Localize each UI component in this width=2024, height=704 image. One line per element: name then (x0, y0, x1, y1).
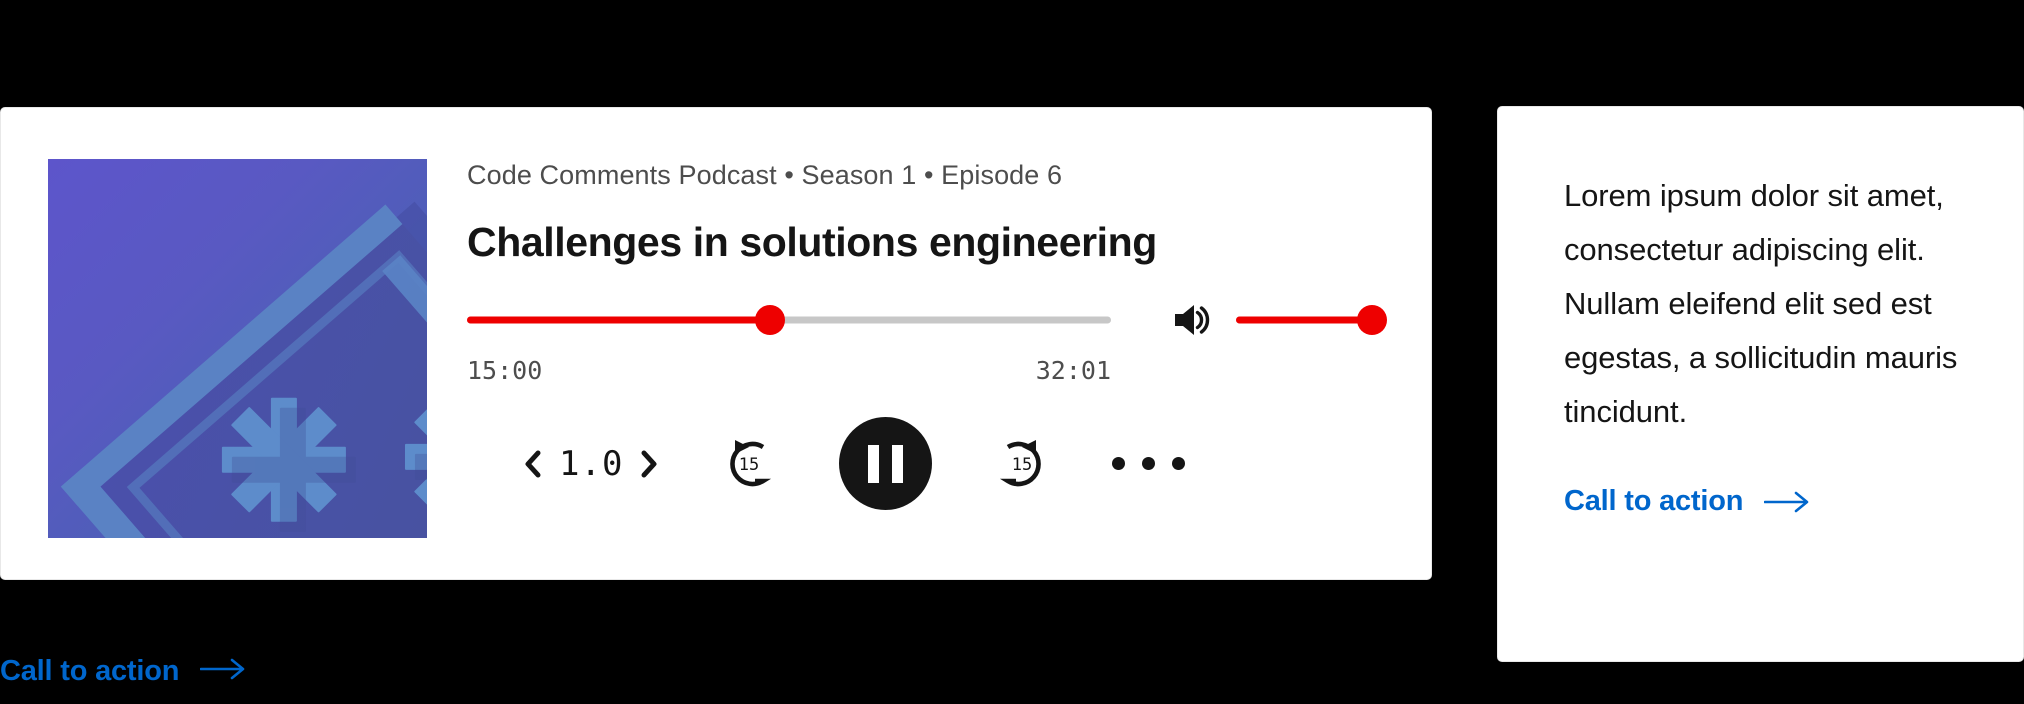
rewind-15-icon[interactable]: 15 (721, 436, 777, 492)
forward-15-icon[interactable]: 15 (994, 436, 1050, 492)
podcast-eyebrow: Code Comments Podcast • Season 1 • Episo… (467, 160, 1063, 190)
chevron-left-icon[interactable] (523, 449, 543, 479)
volume-fill (1236, 316, 1372, 324)
side-card-cta-label: Call to action (1564, 485, 1744, 517)
rewind-15-label: 15 (739, 455, 759, 475)
side-card-cta-link[interactable]: Call to action (1564, 485, 1810, 518)
chevron-right-icon[interactable] (639, 449, 659, 479)
player-slider-row (467, 302, 1387, 338)
ellipsis-icon[interactable] (1112, 457, 1186, 470)
volume-slider[interactable] (1236, 305, 1387, 335)
arrow-right-icon (1764, 491, 1810, 513)
page-root: Code Comments Podcast • Season 1 • Episo… (0, 0, 2024, 704)
playback-speed-control[interactable]: 1.0 (523, 444, 659, 484)
podcast-player-card: Code Comments Podcast • Season 1 • Episo… (0, 107, 1432, 580)
volume-knob[interactable] (1357, 305, 1387, 335)
progress-slider[interactable] (467, 305, 1111, 335)
episode-title: Challenges in solutions engineering (467, 219, 1157, 265)
pause-icon (868, 444, 904, 483)
volume-high-icon[interactable] (1172, 302, 1214, 338)
forward-15-label: 15 (1012, 455, 1032, 475)
progress-knob[interactable] (754, 305, 785, 335)
playback-speed-value: 1.0 (559, 443, 624, 484)
arrow-right-icon (199, 655, 246, 688)
time-labels: 15:00 32:01 (467, 356, 1111, 385)
footer-cta-label: Call to action (0, 655, 180, 687)
play-pause-button[interactable] (839, 417, 933, 510)
player-details: Code Comments Podcast • Season 1 • Episo… (467, 159, 1387, 510)
side-promo-card: Lorem ipsum dolor sit amet, consectetur … (1497, 106, 2024, 662)
promo-body-text: Lorem ipsum dolor sit amet, consectetur … (1564, 178, 1958, 429)
playback-controls: 1.0 15 15 (467, 417, 1247, 510)
volume-group (1172, 302, 1387, 338)
footer-cta-link[interactable]: Call to action (0, 655, 246, 688)
current-time: 15:00 (467, 356, 543, 385)
podcast-cover-art (48, 159, 427, 538)
total-time: 32:01 (1035, 356, 1111, 385)
progress-fill (467, 316, 770, 324)
